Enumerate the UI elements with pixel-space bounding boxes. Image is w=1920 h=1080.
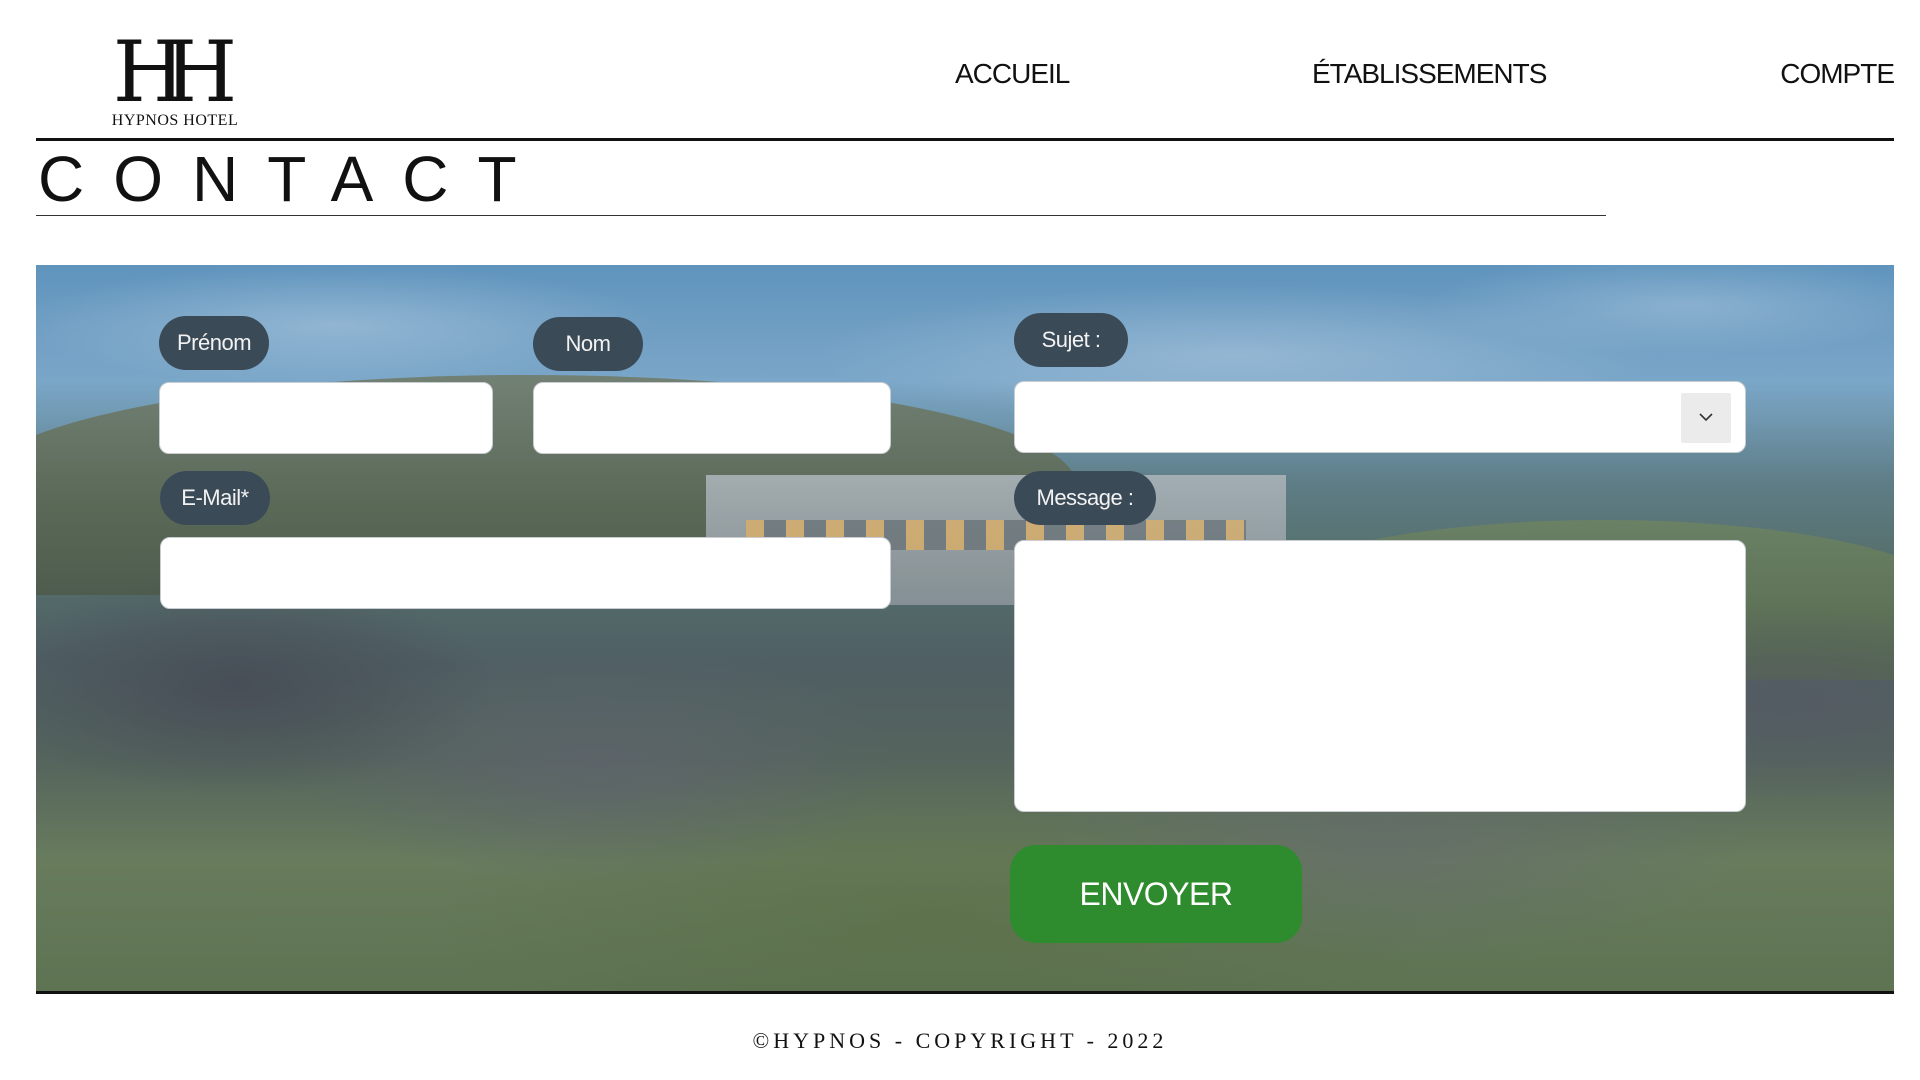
email-label: E-Mail* xyxy=(160,471,270,525)
page: HH HYPNOS HOTEL ACCUEIL ÉTABLISSEMENTS C… xyxy=(0,0,1920,1080)
nav-item-compte[interactable]: COMPTE xyxy=(1780,58,1895,90)
nav-item-etablissements[interactable]: ÉTABLISSEMENTS xyxy=(1312,58,1547,90)
logo-name: HYPNOS HOTEL xyxy=(111,112,239,129)
hotel-logo[interactable]: HH HYPNOS HOTEL xyxy=(100,30,250,130)
message-label: Message : xyxy=(1014,471,1156,525)
header-divider xyxy=(36,138,1894,141)
page-title: CONTACT xyxy=(38,143,546,215)
chevron-down-icon xyxy=(1699,413,1713,422)
sujet-dropdown-toggle[interactable] xyxy=(1681,393,1731,443)
nom-label: Nom xyxy=(533,317,643,371)
prenom-input[interactable] xyxy=(159,382,493,454)
nav-item-accueil[interactable]: ACCUEIL xyxy=(955,58,1070,90)
footer-copyright: ©HYPNOS - COPYRIGHT - 2022 xyxy=(752,1028,1168,1053)
message-textarea[interactable] xyxy=(1014,540,1746,812)
nom-input[interactable] xyxy=(533,382,891,454)
sujet-select[interactable] xyxy=(1014,381,1746,453)
envoyer-button[interactable]: ENVOYER xyxy=(1010,845,1302,943)
prenom-label: Prénom xyxy=(159,316,269,370)
contact-form-section: Prénom Nom Sujet : E-Mail* Message : ENV… xyxy=(36,265,1894,994)
email-input[interactable] xyxy=(160,537,891,609)
logo-mark: HH xyxy=(112,23,238,121)
title-divider xyxy=(36,215,1606,216)
sujet-label: Sujet : xyxy=(1014,313,1128,367)
